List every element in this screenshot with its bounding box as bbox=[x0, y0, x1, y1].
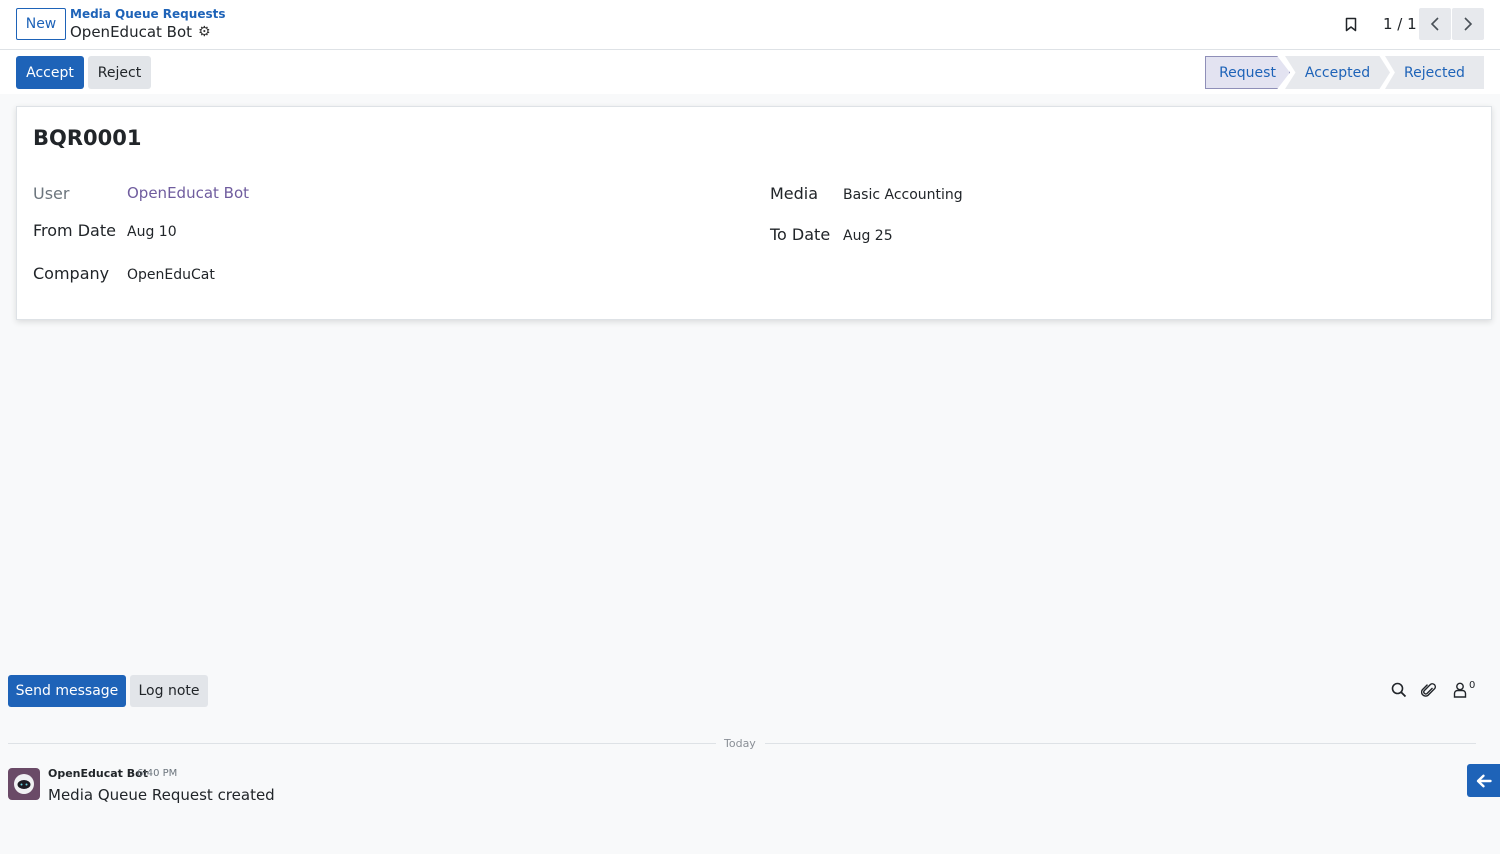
from-date-label: From Date bbox=[33, 221, 116, 240]
to-date-field[interactable]: Aug 25 bbox=[843, 228, 893, 244]
breadcrumb[interactable]: Media Queue Requests bbox=[70, 7, 225, 21]
date-separator-line-right bbox=[765, 743, 1476, 744]
sidebar-toggle-button[interactable] bbox=[1467, 764, 1500, 797]
search-icon[interactable] bbox=[1389, 680, 1409, 700]
message-time: 6:40 PM bbox=[137, 768, 178, 779]
status-step-request[interactable]: Request bbox=[1205, 56, 1290, 89]
date-separator: Today bbox=[724, 737, 756, 750]
accept-button[interactable]: Accept bbox=[16, 56, 84, 89]
chevron-right-icon bbox=[1464, 17, 1473, 31]
media-field[interactable]: Basic Accounting bbox=[843, 187, 963, 203]
pager-previous-button[interactable] bbox=[1419, 8, 1451, 40]
pager-value[interactable]: 1 / 1 bbox=[1383, 15, 1417, 33]
reject-button[interactable]: Reject bbox=[88, 56, 151, 89]
company-field[interactable]: OpenEduCat bbox=[127, 267, 215, 283]
bookmark-icon[interactable] bbox=[1342, 14, 1360, 34]
record-title: OpenEducat Bot ⚙ bbox=[70, 23, 211, 41]
user-label: User bbox=[33, 184, 70, 203]
log-note-button[interactable]: Log note bbox=[130, 675, 208, 707]
chevron-left-icon bbox=[1430, 17, 1439, 31]
arrow-left-icon bbox=[1476, 774, 1492, 787]
to-date-label: To Date bbox=[770, 225, 831, 244]
send-message-button[interactable]: Send message bbox=[8, 675, 126, 707]
status-step-rejected[interactable]: Rejected bbox=[1385, 56, 1484, 89]
date-separator-line-left bbox=[8, 743, 716, 744]
form-sheet: BQR0001 User OpenEducat Bot From Date Au… bbox=[16, 106, 1492, 320]
control-panel-top: New Media Queue Requests OpenEducat Bot … bbox=[0, 0, 1500, 50]
pager-next-button[interactable] bbox=[1452, 8, 1484, 40]
gear-icon[interactable]: ⚙ bbox=[198, 25, 211, 39]
message-author[interactable]: OpenEducat Bot bbox=[48, 767, 148, 780]
message-body: Media Queue Request created bbox=[48, 786, 275, 804]
from-date-field[interactable]: Aug 10 bbox=[127, 224, 177, 240]
avatar[interactable] bbox=[8, 768, 40, 800]
company-label: Company bbox=[33, 264, 110, 283]
status-step-accepted[interactable]: Accepted bbox=[1285, 56, 1390, 89]
record-reference: BQR0001 bbox=[33, 126, 142, 150]
follower-count: 0 bbox=[1469, 680, 1476, 691]
paperclip-icon[interactable] bbox=[1419, 680, 1439, 700]
new-button[interactable]: New bbox=[16, 8, 66, 40]
control-panel: New Media Queue Requests OpenEducat Bot … bbox=[0, 0, 1500, 94]
follower-icon[interactable] bbox=[1450, 680, 1470, 700]
record-name: OpenEducat Bot bbox=[70, 23, 193, 41]
media-label: Media bbox=[770, 184, 819, 203]
user-field[interactable]: OpenEducat Bot bbox=[127, 184, 249, 202]
status-bar: Rejected Accepted Request bbox=[1205, 56, 1484, 89]
